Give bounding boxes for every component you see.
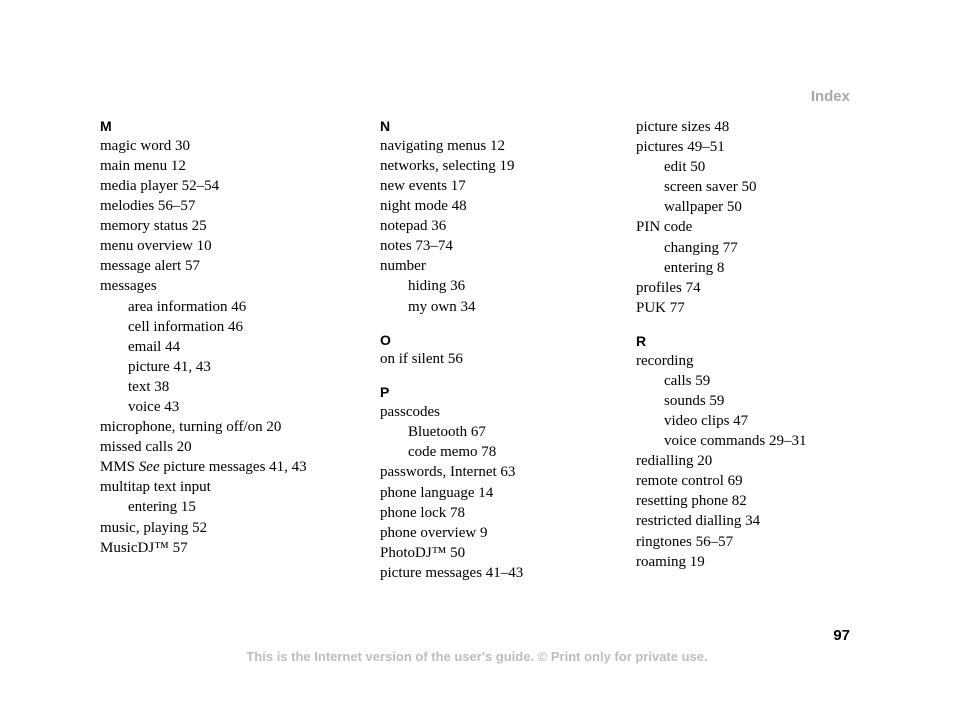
index-subentry: cell information 46 xyxy=(100,317,346,337)
index-subentry: entering 15 xyxy=(100,497,346,517)
see-reference: See xyxy=(139,459,160,475)
index-entry: menu overview 10 xyxy=(100,236,346,256)
index-entry: passcodes xyxy=(380,402,602,422)
index-subentry: hiding 36 xyxy=(380,276,602,296)
text: MMS xyxy=(100,459,139,475)
page-number: 97 xyxy=(833,627,850,644)
text: picture messages 41, 43 xyxy=(160,459,307,475)
index-subentry: picture 41, 43 xyxy=(100,357,346,377)
index-entry: night mode 48 xyxy=(380,196,602,216)
index-letter-p: P xyxy=(380,383,602,402)
index-entry: phone language 14 xyxy=(380,483,602,503)
index-entry: MMS See picture messages 41, 43 xyxy=(100,457,346,477)
index-entry: resetting phone 82 xyxy=(636,491,856,511)
index-entry: redialling 20 xyxy=(636,451,856,471)
index-entry: number xyxy=(380,256,602,276)
index-entry: phone lock 78 xyxy=(380,503,602,523)
index-subentry: edit 50 xyxy=(636,157,856,177)
index-entry: passwords, Internet 63 xyxy=(380,462,602,482)
document-page: Index M magic word 30 main menu 12 media… xyxy=(0,0,954,710)
index-subentry: screen saver 50 xyxy=(636,177,856,197)
index-subentry: changing 77 xyxy=(636,238,856,258)
index-entry: PIN code xyxy=(636,217,856,237)
index-entry: networks, selecting 19 xyxy=(380,156,602,176)
index-entry: picture messages 41–43 xyxy=(380,563,602,583)
index-entry: navigating menus 12 xyxy=(380,136,602,156)
index-entry: MusicDJ™ 57 xyxy=(100,538,346,558)
index-entry: on if silent 56 xyxy=(380,349,602,369)
index-entry: recording xyxy=(636,351,856,371)
index-entry: notes 73–74 xyxy=(380,236,602,256)
index-entry: roaming 19 xyxy=(636,552,856,572)
index-entry: media player 52–54 xyxy=(100,176,346,196)
index-subentry: video clips 47 xyxy=(636,411,856,431)
index-entry: messages xyxy=(100,276,346,296)
index-subentry: voice commands 29–31 xyxy=(636,431,856,451)
index-entry: restricted dialling 34 xyxy=(636,511,856,531)
index-column-1: M magic word 30 main menu 12 media playe… xyxy=(100,117,346,583)
index-entry: melodies 56–57 xyxy=(100,196,346,216)
index-subentry: calls 59 xyxy=(636,371,856,391)
index-entry: memory status 25 xyxy=(100,216,346,236)
index-entry: ringtones 56–57 xyxy=(636,532,856,552)
index-letter-o: O xyxy=(380,331,602,350)
index-column-3: picture sizes 48 pictures 49–51 edit 50 … xyxy=(636,117,856,583)
index-letter-m: M xyxy=(100,117,346,136)
index-entry: profiles 74 xyxy=(636,278,856,298)
index-entry: PUK 77 xyxy=(636,298,856,318)
index-entry: phone overview 9 xyxy=(380,523,602,543)
index-subentry: area information 46 xyxy=(100,297,346,317)
index-subentry: voice 43 xyxy=(100,397,346,417)
index-entry: main menu 12 xyxy=(100,156,346,176)
index-entry: message alert 57 xyxy=(100,256,346,276)
index-entry: PhotoDJ™ 50 xyxy=(380,543,602,563)
index-entry: magic word 30 xyxy=(100,136,346,156)
index-entry: microphone, turning off/on 20 xyxy=(100,417,346,437)
index-subentry: email 44 xyxy=(100,337,346,357)
index-columns: M magic word 30 main menu 12 media playe… xyxy=(100,117,854,583)
index-subentry: text 38 xyxy=(100,377,346,397)
section-header: Index xyxy=(811,88,850,105)
index-entry: new events 17 xyxy=(380,176,602,196)
index-subentry: entering 8 xyxy=(636,258,856,278)
index-entry: pictures 49–51 xyxy=(636,137,856,157)
index-entry: music, playing 52 xyxy=(100,518,346,538)
index-letter-r: R xyxy=(636,332,856,351)
index-subentry: Bluetooth 67 xyxy=(380,422,602,442)
index-entry: notepad 36 xyxy=(380,216,602,236)
index-entry: picture sizes 48 xyxy=(636,117,856,137)
index-entry: remote control 69 xyxy=(636,471,856,491)
index-letter-n: N xyxy=(380,117,602,136)
index-column-2: N navigating menus 12 networks, selectin… xyxy=(380,117,602,583)
footer-notice: This is the Internet version of the user… xyxy=(0,649,954,664)
index-entry: missed calls 20 xyxy=(100,437,346,457)
index-entry: multitap text input xyxy=(100,477,346,497)
index-subentry: code memo 78 xyxy=(380,442,602,462)
index-subentry: wallpaper 50 xyxy=(636,197,856,217)
index-subentry: sounds 59 xyxy=(636,391,856,411)
index-subentry: my own 34 xyxy=(380,297,602,317)
